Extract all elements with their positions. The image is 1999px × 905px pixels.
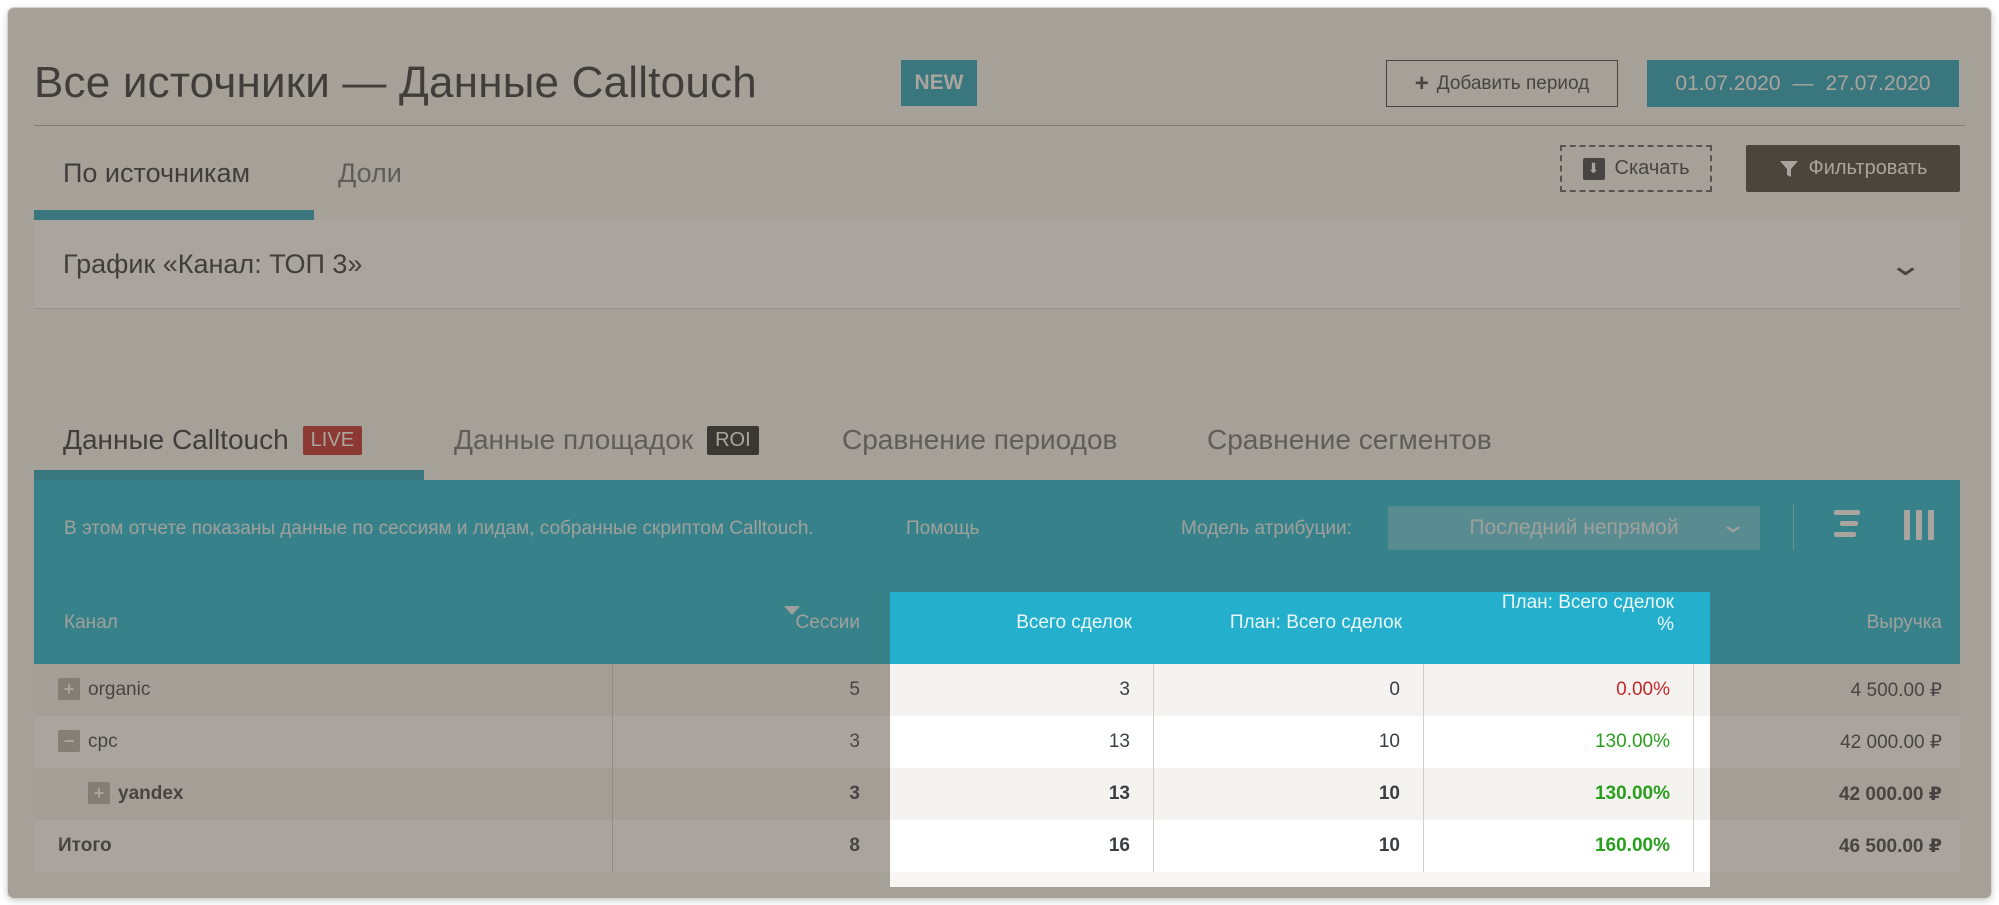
help-link[interactable]: Помощь [906, 518, 979, 540]
cell-channel: yandex [118, 783, 184, 804]
table-row[interactable]: − cpc 3 13 10 130.00% 42 000.00 ₽ [34, 716, 1960, 768]
chevron-down-icon: ⌄ [1718, 512, 1747, 537]
cell-revenue: 42 000.00 ₽ [1838, 784, 1942, 805]
plus-icon: + [1414, 69, 1429, 97]
cell-sessions: 3 [849, 783, 860, 804]
toolbar-divider [1793, 504, 1794, 550]
tab-segment-comparison[interactable]: Сравнение сегментов [1207, 424, 1492, 456]
add-period-button[interactable]: + Добавить период [1386, 60, 1618, 107]
cell-sessions: 5 [849, 679, 860, 700]
cell-plan-deals: 10 [1378, 731, 1400, 752]
cell-deals: 16 [1108, 835, 1130, 856]
filter-label: Фильтровать [1808, 157, 1928, 179]
table-row[interactable]: + yandex 3 13 10 130.00% 42 000.00 ₽ [34, 768, 1960, 820]
report-info-text: В этом отчете показаны данные по сессиям… [64, 518, 814, 539]
column-divider [1423, 664, 1424, 872]
add-period-label: Добавить период [1436, 72, 1590, 94]
cell-plan-pct: 130.00% [1594, 731, 1670, 752]
col-header-plan-deals-pct[interactable]: План: Всего сделок % [1428, 592, 1674, 636]
rows-view-icon[interactable] [1834, 510, 1860, 542]
attribution-value: Последний непрямой [1469, 516, 1679, 539]
download-button[interactable]: ⬇ Скачать [1560, 145, 1712, 192]
cell-plan-pct: 0.00% [1616, 679, 1670, 700]
col-header-deals[interactable]: Всего сделок [948, 612, 1132, 634]
column-divider [612, 664, 613, 872]
chart-accordion[interactable]: График «Канал: ТОП 3» ⌄ [34, 220, 1960, 309]
attribution-select[interactable]: Последний непрямой ⌄ [1388, 506, 1760, 550]
roi-badge: ROI [707, 425, 759, 455]
col-header-channel[interactable]: Канал [64, 612, 118, 634]
new-badge: NEW [901, 60, 977, 106]
download-label: Скачать [1614, 157, 1690, 179]
cell-channel: organic [88, 679, 151, 700]
cell-revenue: 4 500.00 ₽ [1850, 680, 1942, 701]
col-header-plan-deals-pct-line2: % [1657, 614, 1674, 635]
tab-shares[interactable]: Доли [338, 158, 402, 189]
cell-deals: 3 [1119, 679, 1130, 700]
tab-calltouch-data[interactable]: Данные Calltouch LIVE [63, 424, 363, 456]
date-to: 27.07.2020 [1825, 71, 1931, 95]
tab-platform-data[interactable]: Данные площадок ROI [454, 424, 759, 456]
cell-plan-deals: 10 [1378, 835, 1400, 856]
table-row[interactable]: + organic 5 3 0 0.00% 4 500.00 ₽ [34, 664, 1960, 716]
expand-icon[interactable]: + [88, 782, 110, 804]
cell-sessions: 3 [849, 731, 860, 752]
cell-plan-pct: 130.00% [1594, 783, 1670, 804]
table-total-row: Итого 8 16 10 160.00% 46 500.00 ₽ [34, 820, 1960, 872]
columns-view-icon[interactable] [1904, 510, 1936, 540]
active-tab-indicator [34, 210, 314, 220]
col-header-plan-deals-pct-line1: План: Всего сделок [1501, 592, 1674, 613]
cell-sessions: 8 [849, 835, 860, 856]
attribution-label: Модель атрибуции: [1181, 518, 1352, 539]
cell-total-label: Итого [58, 835, 112, 856]
download-icon: ⬇ [1582, 157, 1605, 180]
cell-deals: 13 [1108, 783, 1130, 804]
filter-button[interactable]: Фильтровать [1746, 145, 1960, 192]
active-data-tab-indicator [34, 470, 424, 480]
chart-accordion-title: График «Канал: ТОП 3» [63, 249, 363, 279]
date-from: 01.07.2020 [1675, 71, 1781, 95]
tab-platform-data-label: Данные площадок [454, 424, 694, 455]
cell-revenue: 42 000.00 ₽ [1840, 732, 1942, 753]
date-range-picker[interactable]: 01.07.2020 — 27.07.2020 [1647, 60, 1959, 107]
funnel-icon [1779, 160, 1798, 177]
col-header-plan-deals[interactable]: План: Всего сделок [1168, 612, 1402, 634]
tab-period-comparison[interactable]: Сравнение периодов [842, 424, 1117, 456]
column-divider [1153, 664, 1154, 872]
tab-by-sources[interactable]: По источникам [63, 158, 250, 189]
date-separator: — [1792, 71, 1814, 95]
collapse-icon[interactable]: − [58, 730, 80, 752]
col-header-sessions[interactable]: Сессии [708, 612, 860, 634]
live-badge: LIVE [302, 425, 363, 455]
app-window: Все источники — Данные Calltouch NEW + Д… [8, 8, 1991, 898]
cell-channel: cpc [88, 731, 118, 752]
col-header-revenue[interactable]: Выручка [1748, 612, 1942, 634]
chevron-down-icon[interactable]: ⌄ [1888, 248, 1923, 283]
column-divider [1693, 664, 1694, 872]
cell-plan-deals: 10 [1378, 783, 1400, 804]
cell-revenue: 46 500.00 ₽ [1838, 836, 1942, 857]
cell-deals: 13 [1108, 731, 1130, 752]
cell-plan-pct: 160.00% [1594, 835, 1670, 856]
page-title: Все источники — Данные Calltouch [34, 58, 757, 107]
tab-calltouch-data-label: Данные Calltouch [63, 424, 289, 455]
expand-icon[interactable]: + [58, 678, 80, 700]
cell-plan-deals: 0 [1389, 679, 1400, 700]
header-divider [34, 125, 1965, 126]
